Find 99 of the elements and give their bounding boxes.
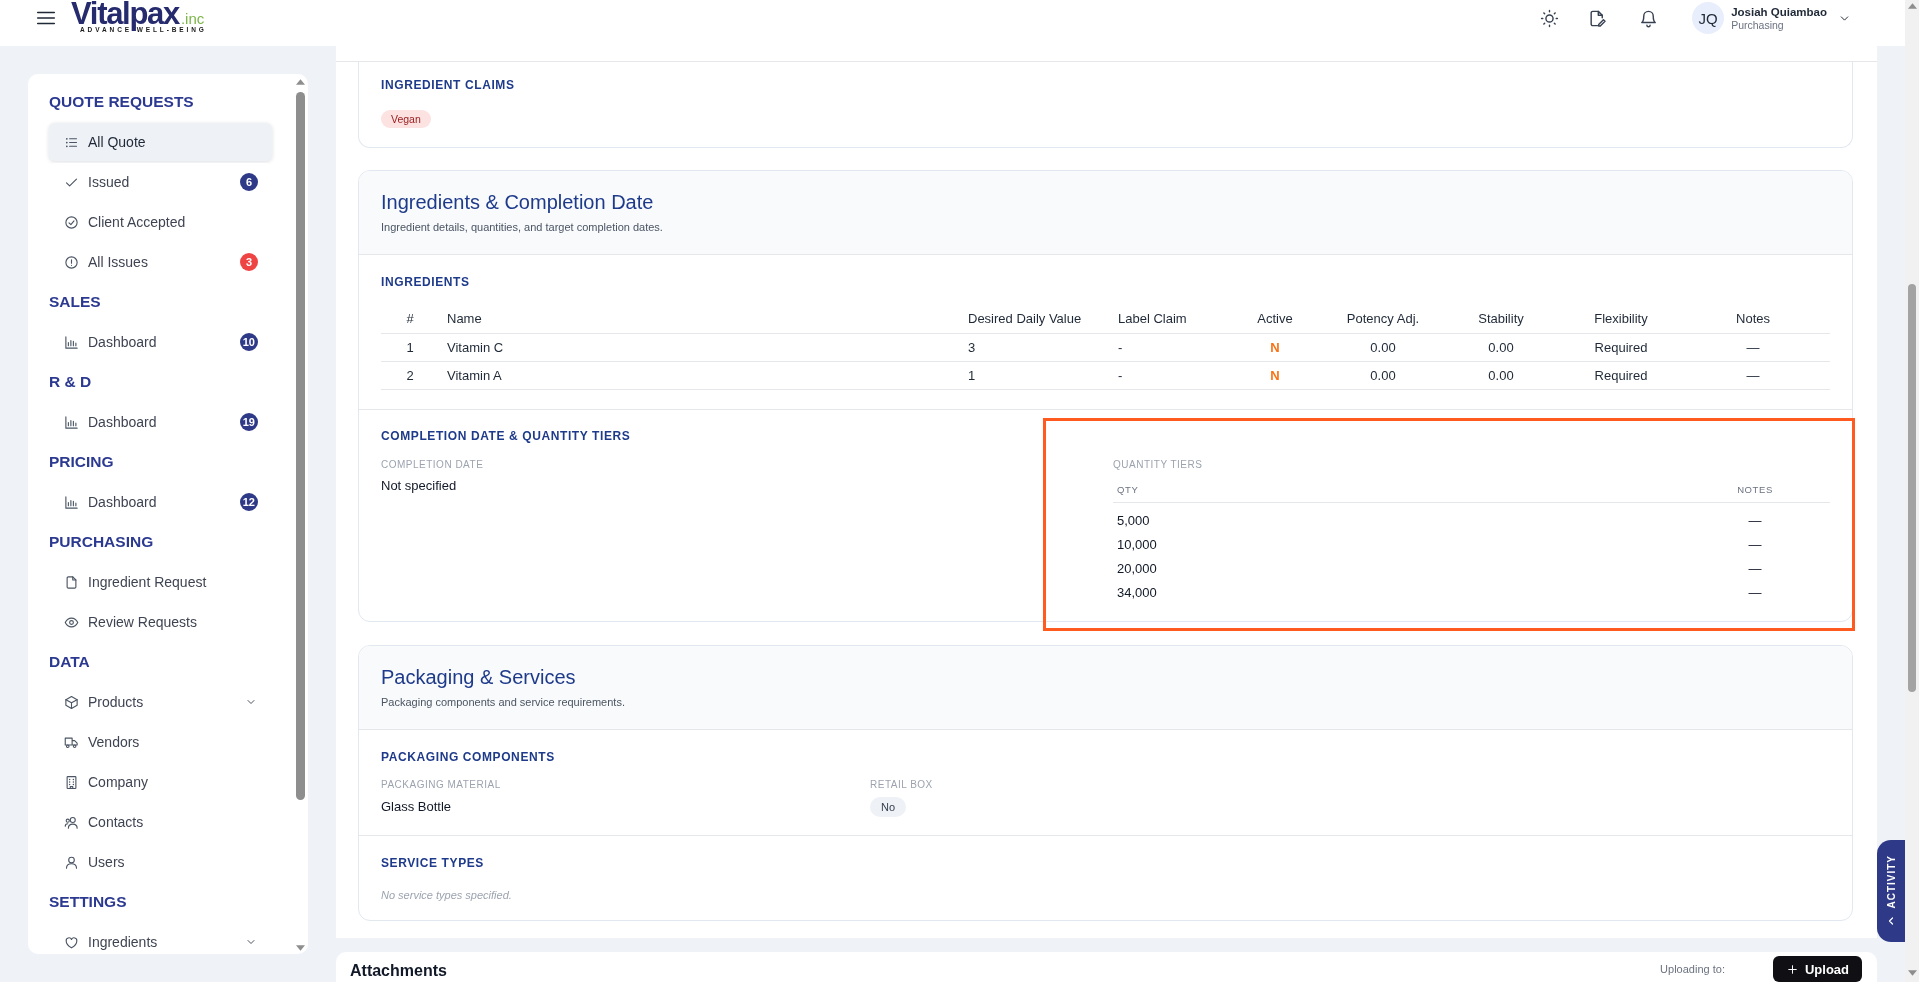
user-avatar[interactable]: JQ bbox=[1692, 2, 1725, 34]
person-icon bbox=[64, 854, 79, 870]
table-cell-text: 2 bbox=[405, 367, 415, 385]
table-cell-text: 20,000 bbox=[1116, 560, 1158, 578]
eye-icon bbox=[64, 614, 79, 630]
table-cell-text: Required bbox=[1593, 339, 1649, 357]
logo-suffix: .inc bbox=[180, 11, 205, 27]
table-cell-text: — bbox=[1747, 560, 1763, 578]
sidebar-section-title: SETTINGS bbox=[49, 892, 128, 912]
field-label: COMPLETION DATE bbox=[381, 458, 485, 471]
document-edit-icon[interactable] bbox=[1588, 8, 1608, 28]
table-cell-text: Required bbox=[1593, 367, 1649, 385]
column-header: Notes bbox=[1735, 310, 1771, 328]
column-header: Label Claim bbox=[1117, 310, 1188, 328]
cube-icon bbox=[64, 694, 79, 710]
count-badge: 3 bbox=[240, 253, 258, 271]
section-label: SERVICE TYPES bbox=[381, 856, 485, 870]
table-cell-text: N bbox=[1269, 339, 1281, 357]
count-badge: 12 bbox=[239, 493, 258, 511]
scroll-down-icon[interactable] bbox=[296, 945, 305, 951]
scrollbar-thumb[interactable] bbox=[1908, 284, 1916, 692]
truck-icon bbox=[64, 734, 79, 750]
sidebar-section-title: QUOTE REQUESTS bbox=[49, 92, 195, 112]
table-cell-text: - bbox=[1117, 367, 1124, 385]
count-badge: 10 bbox=[239, 333, 258, 351]
document-icon bbox=[64, 574, 79, 590]
bar-chart-icon bbox=[64, 334, 79, 350]
section-label: COMPLETION DATE & QUANTITY TIERS bbox=[381, 429, 632, 443]
card-subtitle: Ingredient details, quantities, and target completion dates. bbox=[381, 220, 664, 234]
table-cell-text: — bbox=[1747, 536, 1763, 554]
scrollbar-thumb[interactable] bbox=[296, 92, 305, 800]
table-cell-text: Vitamin C bbox=[446, 339, 505, 357]
section-label: PACKAGING COMPONENTS bbox=[381, 750, 556, 764]
bar-chart-icon bbox=[64, 414, 79, 430]
field-label: PACKAGING MATERIAL bbox=[381, 778, 502, 791]
people-icon bbox=[64, 814, 79, 830]
table-cell-text: — bbox=[1747, 512, 1763, 530]
column-header: Active bbox=[1256, 310, 1294, 328]
status-chip: No bbox=[870, 797, 907, 817]
column-header: Desired Daily Value bbox=[967, 310, 1083, 328]
card-title: Ingredients & Completion Date bbox=[381, 190, 655, 214]
table-cell-text: N bbox=[1269, 367, 1281, 385]
table-cell-text: 3 bbox=[967, 339, 977, 357]
table-cell-text: Vitamin A bbox=[446, 367, 503, 385]
upload-button[interactable]: Upload bbox=[1772, 956, 1862, 982]
claim-tag: Vegan bbox=[381, 110, 431, 128]
table-cell-text: 0.00 bbox=[1369, 339, 1397, 357]
alert-circle-icon bbox=[64, 254, 79, 270]
card-title: Packaging & Services bbox=[381, 665, 577, 689]
table-cell-text: 0.00 bbox=[1369, 367, 1397, 385]
table-cell-text: 1 bbox=[405, 339, 415, 357]
card-subtitle: Packaging components and service requirements. bbox=[381, 695, 626, 709]
building-icon bbox=[64, 774, 79, 790]
field-value: Glass Bottle bbox=[381, 798, 452, 816]
table-cell-text: 5,000 bbox=[1116, 512, 1151, 530]
section-label: INGREDIENTS bbox=[381, 275, 471, 289]
upload-destination: Uploading to: bbox=[1660, 963, 1725, 975]
sidebar-section-title: SALES bbox=[49, 292, 102, 312]
card-title: Attachments bbox=[350, 962, 447, 980]
table-cell-text: 0.00 bbox=[1487, 367, 1515, 385]
table-cell-text: 0.00 bbox=[1487, 339, 1515, 357]
field-label: RETAIL BOX bbox=[870, 778, 934, 791]
field-label: QUANTITY TIERS bbox=[1113, 458, 1204, 471]
scroll-up-icon[interactable] bbox=[1907, 3, 1917, 9]
heart-icon bbox=[64, 934, 79, 950]
count-badge: 19 bbox=[239, 413, 258, 431]
user-name: Josiah Quiambao bbox=[1731, 4, 1827, 19]
activity-tab[interactable]: ACTIVITY bbox=[1877, 840, 1905, 942]
column-header: Potency Adj. bbox=[1345, 310, 1421, 328]
sidebar-section-title: DATA bbox=[49, 652, 91, 672]
table-cell-text: - bbox=[1117, 339, 1124, 357]
field-value: Not specified bbox=[381, 477, 458, 495]
bell-icon[interactable] bbox=[1639, 8, 1659, 28]
table-cell-text: 10,000 bbox=[1116, 536, 1158, 554]
sidebar-section-title: PURCHASING bbox=[49, 532, 155, 552]
scroll-up-icon[interactable] bbox=[296, 79, 305, 85]
column-header: NOTES bbox=[1736, 483, 1774, 497]
table-cell-text: — bbox=[1747, 584, 1763, 602]
section-label: INGREDIENT CLAIMS bbox=[381, 78, 516, 92]
column-header: QTY bbox=[1116, 483, 1140, 497]
sun-icon[interactable] bbox=[1540, 8, 1560, 28]
column-header: Stability bbox=[1477, 310, 1525, 328]
column-header: Flexibility bbox=[1593, 310, 1649, 328]
sidebar-section-title: PRICING bbox=[49, 452, 115, 472]
table-cell-text: 34,000 bbox=[1116, 584, 1158, 602]
scroll-down-icon[interactable] bbox=[1907, 970, 1917, 976]
sidebar-item[interactable]: All Quote bbox=[49, 123, 272, 161]
table-cell-text: — bbox=[1745, 339, 1761, 357]
plus-icon bbox=[1785, 962, 1799, 976]
column-header: Name bbox=[446, 310, 483, 328]
check-circle-icon bbox=[64, 214, 79, 230]
count-badge: 6 bbox=[240, 173, 258, 191]
sidebar-section-title: R & D bbox=[49, 372, 93, 392]
table-cell-text: 1 bbox=[967, 367, 977, 385]
user-role: Purchasing bbox=[1731, 18, 1785, 32]
table-cell-text: — bbox=[1745, 367, 1761, 385]
column-header: # bbox=[405, 310, 415, 328]
empty-message: No service types specified. bbox=[381, 888, 513, 902]
bar-chart-icon bbox=[64, 494, 79, 510]
